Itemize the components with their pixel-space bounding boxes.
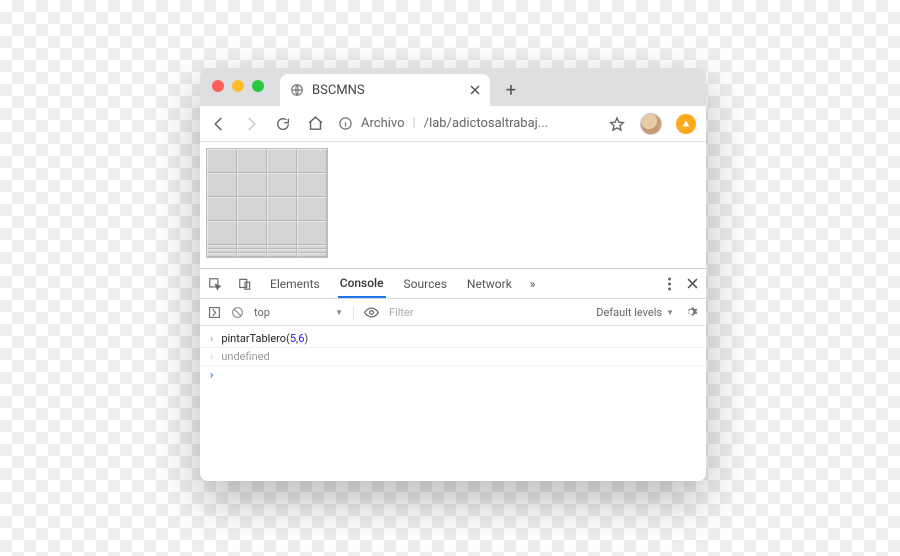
home-button[interactable] [306,115,324,133]
bookmark-button[interactable] [608,115,626,133]
tab-title: BSCMNS [312,83,462,98]
new-tab-button[interactable]: + [496,74,526,106]
devtools-panel: Elements Console Sources Network » top ▼ [200,268,706,481]
console-line-prompt: › [200,366,706,383]
prompt-live-icon: › [210,368,213,381]
browser-window: BSCMNS + Archivo | /lab/adictosaltrabaj.… [200,68,706,481]
window-controls [212,80,264,92]
tab-console[interactable]: Console [338,269,386,298]
console-settings-button[interactable] [684,305,698,319]
forward-button[interactable] [242,115,260,133]
log-levels-selector[interactable]: Default levels ▼ [596,306,674,319]
console-output[interactable]: › pintarTablero(5,6) ‹ undefined › [200,326,706,481]
profile-avatar[interactable] [640,113,662,135]
back-button[interactable] [210,115,228,133]
devtools-menu-button[interactable] [668,277,671,291]
device-toolbar-icon[interactable] [238,277,252,291]
tab-network[interactable]: Network [465,269,514,298]
info-icon [338,116,353,131]
prompt-in-icon: › [210,332,213,345]
context-selector-value: top [254,306,270,319]
browser-toolbar: Archivo | /lab/adictosaltrabaj... [200,106,706,142]
inspect-element-icon[interactable] [208,277,222,291]
tab-sources[interactable]: Sources [402,269,449,298]
devtools-close-button[interactable] [687,278,698,289]
log-levels-label: Default levels [596,306,662,319]
console-toolbar: top ▼ Filter Default levels ▼ [200,299,706,326]
tab-elements[interactable]: Elements [268,269,322,298]
page-viewport [200,142,706,268]
chevron-down-icon: ▼ [666,308,674,317]
game-board [206,148,328,258]
maximize-window-button[interactable] [252,80,264,92]
console-entry-text: undefined [221,350,269,363]
context-selector[interactable]: top ▼ [254,306,354,319]
window-titlebar: BSCMNS + [200,68,706,106]
console-filter-input[interactable]: Filter [389,306,586,319]
live-expression-button[interactable] [364,306,379,319]
extension-badge[interactable] [676,114,696,134]
minimize-window-button[interactable] [232,80,244,92]
console-line-output: ‹ undefined [200,348,706,366]
clear-console-button[interactable] [231,306,244,319]
reload-button[interactable] [274,115,292,133]
prompt-out-icon: ‹ [210,350,213,363]
url-path: /lab/adictosaltrabaj... [424,116,548,131]
close-window-button[interactable] [212,80,224,92]
console-line-input: › pintarTablero(5,6) [200,330,706,348]
url-scheme-label: Archivo [361,116,405,131]
console-sidebar-toggle[interactable] [208,306,221,319]
chevron-down-icon: ▼ [335,308,343,317]
url-divider: | [413,116,416,131]
browser-tab[interactable]: BSCMNS [280,74,490,106]
address-bar[interactable]: Archivo | /lab/adictosaltrabaj... [338,116,594,131]
close-tab-button[interactable] [470,85,480,95]
more-tabs-button[interactable]: » [530,277,536,291]
globe-icon [290,83,304,97]
devtools-tabbar: Elements Console Sources Network » [200,269,706,299]
console-entry-text: pintarTablero(5,6) [221,332,308,345]
